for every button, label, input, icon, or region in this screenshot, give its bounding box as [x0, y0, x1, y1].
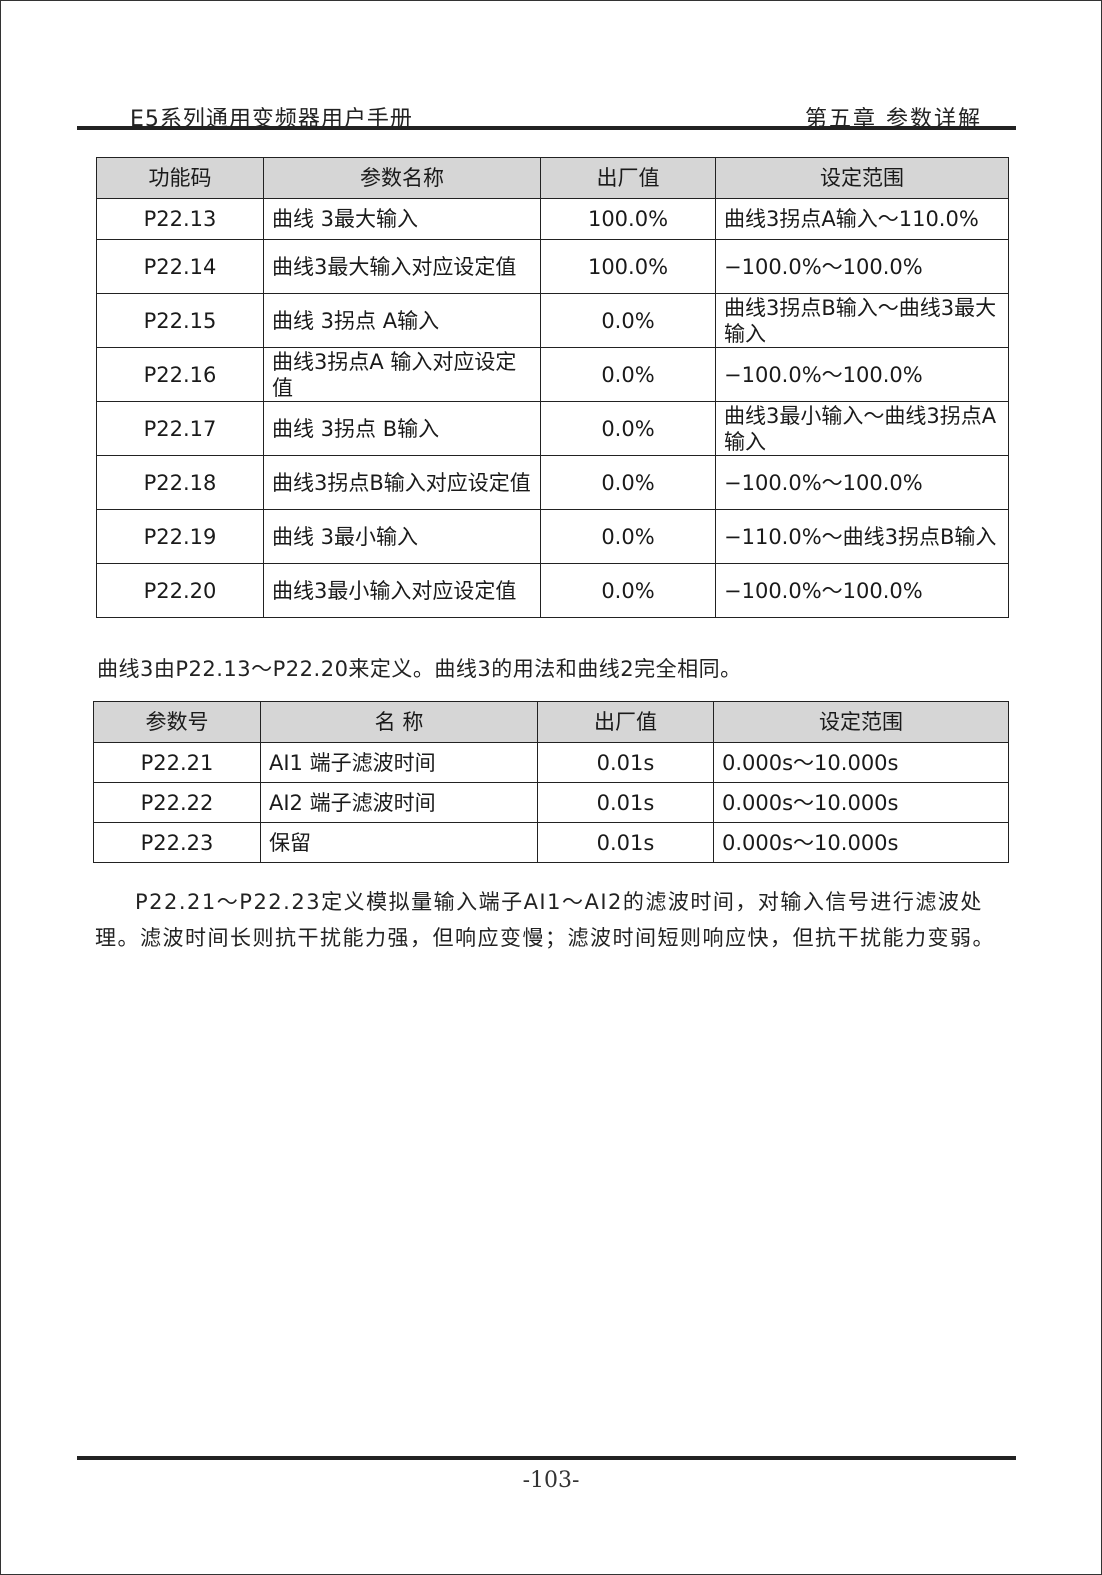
param-code: P22.18: [96, 455, 264, 510]
param-name: 保留: [260, 822, 538, 863]
param-code: P22.23: [93, 822, 261, 863]
param-code: P22.20: [96, 563, 264, 618]
param-default: 0.01s: [537, 742, 714, 783]
curve3-parameter-table: 功能码 参数名称 出厂值 设定范围 P22.13 曲线 3最大输入 100.0%…: [96, 157, 1009, 618]
param-default: 0.0%: [540, 455, 716, 510]
param-range: 0.000s～10.000s: [713, 782, 1009, 823]
page-number: -103-: [522, 1468, 580, 1493]
table-header-row: 参数号 名 称 出厂值 设定范围: [93, 701, 1009, 743]
param-default: 0.0%: [540, 293, 716, 348]
param-code: P22.21: [93, 742, 261, 783]
param-code: P22.14: [96, 239, 264, 294]
param-code: P22.15: [96, 293, 264, 348]
param-name: 曲线 3拐点 B输入: [263, 401, 541, 456]
param-default: 0.0%: [540, 347, 716, 402]
param-range: 0.000s～10.000s: [713, 822, 1009, 863]
param-name: 曲线 3最大输入: [263, 198, 541, 240]
table-row: P22.16 曲线3拐点A 输入对应设定值 0.0% −100.0%～100.0…: [96, 347, 1009, 402]
param-range: 曲线3最小输入～曲线3拐点A 输入: [715, 401, 1009, 456]
table-row: P22.21 AI1 端子滤波时间 0.01s 0.000s～10.000s: [93, 742, 1009, 783]
param-range: −100.0%～100.0%: [715, 563, 1009, 618]
table-row: P22.19 曲线 3最小输入 0.0% −110.0%～曲线3拐点B输入: [96, 509, 1009, 564]
column-header-name: 参数名称: [263, 157, 541, 199]
param-code: P22.13: [96, 198, 264, 240]
column-header-default: 出厂值: [540, 157, 716, 199]
param-code: P22.22: [93, 782, 261, 823]
param-name: 曲线3拐点A 输入对应设定值: [263, 347, 541, 402]
column-header-code: 参数号: [93, 701, 261, 743]
param-name: 曲线3拐点B输入对应设定值: [263, 455, 541, 510]
param-code: P22.19: [96, 509, 264, 564]
curve3-description: 曲线3由P22.13～P22.20来定义。曲线3的用法和曲线2完全相同。: [97, 657, 742, 681]
filter-description: P22.21～P22.23定义模拟量输入端子AI1～AI2的滤波时间，对输入信号…: [95, 890, 995, 950]
param-range: −100.0%～100.0%: [715, 239, 1009, 294]
table-row: P22.22 AI2 端子滤波时间 0.01s 0.000s～10.000s: [93, 782, 1009, 823]
filter-parameter-table: 参数号 名 称 出厂值 设定范围 P22.21 AI1 端子滤波时间 0.01s…: [93, 701, 1009, 863]
table-row: P22.23 保留 0.01s 0.000s～10.000s: [93, 822, 1009, 863]
param-code: P22.16: [96, 347, 264, 402]
param-name: AI1 端子滤波时间: [260, 742, 538, 783]
column-header-range: 设定范围: [713, 701, 1009, 743]
param-name: 曲线 3最小输入: [263, 509, 541, 564]
param-default: 0.0%: [540, 509, 716, 564]
column-header-default: 出厂值: [537, 701, 714, 743]
param-range: −100.0%～100.0%: [715, 347, 1009, 402]
param-range: 曲线3拐点A输入～110.0%: [715, 198, 1009, 240]
param-default: 0.01s: [537, 782, 714, 823]
param-name: AI2 端子滤波时间: [260, 782, 538, 823]
param-range: −110.0%～曲线3拐点B输入: [715, 509, 1009, 564]
footer-divider: [77, 1456, 1016, 1460]
param-default: 0.01s: [537, 822, 714, 863]
table-row: P22.13 曲线 3最大输入 100.0% 曲线3拐点A输入～110.0%: [96, 198, 1009, 240]
table-header-row: 功能码 参数名称 出厂值 设定范围: [96, 157, 1009, 199]
param-range: −100.0%～100.0%: [715, 455, 1009, 510]
param-range: 0.000s～10.000s: [713, 742, 1009, 783]
table-row: P22.17 曲线 3拐点 B输入 0.0% 曲线3最小输入～曲线3拐点A 输入: [96, 401, 1009, 456]
table-row: P22.14 曲线3最大输入对应设定值 100.0% −100.0%～100.0…: [96, 239, 1009, 294]
column-header-range: 设定范围: [715, 157, 1009, 199]
column-header-name: 名 称: [260, 701, 538, 743]
param-default: 0.0%: [540, 563, 716, 618]
table-row: P22.18 曲线3拐点B输入对应设定值 0.0% −100.0%～100.0%: [96, 455, 1009, 510]
param-default: 100.0%: [540, 198, 716, 240]
param-range: 曲线3拐点B输入～曲线3最大输入: [715, 293, 1009, 348]
column-header-code: 功能码: [96, 157, 264, 199]
table-row: P22.15 曲线 3拐点 A输入 0.0% 曲线3拐点B输入～曲线3最大输入: [96, 293, 1009, 348]
table-row: P22.20 曲线3最小输入对应设定值 0.0% −100.0%～100.0%: [96, 563, 1009, 618]
param-code: P22.17: [96, 401, 264, 456]
param-name: 曲线3最小输入对应设定值: [263, 563, 541, 618]
param-default: 0.0%: [540, 401, 716, 456]
param-name: 曲线3最大输入对应设定值: [263, 239, 541, 294]
header-divider: [77, 126, 1016, 130]
param-default: 100.0%: [540, 239, 716, 294]
param-name: 曲线 3拐点 A输入: [263, 293, 541, 348]
